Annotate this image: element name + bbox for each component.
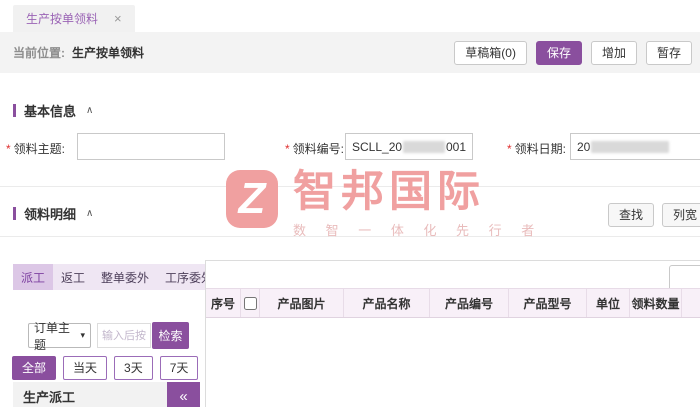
- draftbox-button[interactable]: 草稿箱(0): [454, 41, 527, 65]
- watermark-text: 智邦国际 数 智 一 体 化 先 行 者: [293, 170, 542, 239]
- tab-dispatch[interactable]: 派工: [13, 264, 53, 290]
- select-all-checkbox[interactable]: [244, 297, 257, 310]
- col-product-model: 产品型号: [509, 289, 587, 317]
- detail-title: 领料明细: [24, 204, 76, 223]
- date-input[interactable]: 20: [570, 133, 700, 160]
- section-accent-bar: [13, 207, 16, 220]
- breadcrumb-label: 当前位置:: [13, 44, 65, 61]
- required-mark: *: [507, 142, 512, 156]
- tab-bar: 生产按单领料 ×: [0, 0, 700, 32]
- required-mark: *: [6, 142, 11, 156]
- date-value-prefix: 20: [577, 140, 590, 154]
- breadcrumb-current: 生产按单领料: [72, 44, 144, 61]
- col-qty: 领料数量: [630, 289, 682, 317]
- tab-label: 生产按单领料: [26, 10, 98, 27]
- tab-production-requisition[interactable]: 生产按单领料 ×: [13, 5, 135, 32]
- filter-today-button[interactable]: 当天: [63, 356, 107, 380]
- breadcrumb-bar: 当前位置: 生产按单领料 草稿箱(0) 保存 增加 暂存: [0, 32, 700, 73]
- search-input[interactable]: [97, 323, 151, 348]
- tab-whole-outsource[interactable]: 整单委外: [93, 264, 157, 290]
- panel-footer: 生产派工 «: [13, 382, 200, 407]
- toolbar: 草稿箱(0) 保存 增加 暂存: [454, 41, 692, 65]
- col-product-image: 产品图片: [260, 289, 344, 317]
- section-divider: [0, 186, 700, 187]
- col-checkbox: [241, 289, 260, 317]
- search-field-select[interactable]: 订单主题 ▾: [28, 323, 91, 348]
- app-window: 生产按单领料 × 当前位置: 生产按单领料 草稿箱(0) 保存 增加 暂存 基本…: [0, 0, 700, 407]
- redacted-text: [591, 141, 669, 153]
- detail-header: 领料明细 ∧: [13, 204, 93, 223]
- filter-all-button[interactable]: 全部: [12, 356, 56, 380]
- number-label: *领料编号:: [285, 140, 344, 157]
- column-width-button[interactable]: 列宽: [662, 203, 700, 227]
- redacted-text: [403, 141, 445, 153]
- filter-7day-button[interactable]: 7天: [160, 356, 199, 380]
- section-accent-bar: [13, 104, 16, 117]
- brand-logo-icon: Z: [226, 170, 278, 228]
- find-button[interactable]: 查找: [608, 203, 654, 227]
- col-product-name: 产品名称: [344, 289, 430, 317]
- chevron-down-icon: ▾: [80, 330, 85, 341]
- chevron-up-icon[interactable]: ∧: [86, 105, 93, 116]
- col-seq: 序号: [206, 289, 241, 317]
- save-button[interactable]: 保存: [536, 41, 582, 65]
- tab-rework[interactable]: 返工: [53, 264, 93, 290]
- section-divider: [0, 236, 700, 237]
- detail-table: 序号 产品图片 产品名称 产品编号 产品型号 单位 领料数量: [205, 260, 700, 407]
- search-field-selected: 订单主题: [34, 319, 80, 353]
- hold-button[interactable]: 暂存: [646, 41, 692, 65]
- close-icon[interactable]: ×: [114, 11, 122, 26]
- number-value-prefix: SCLL_20: [352, 140, 402, 154]
- filter-3day-button[interactable]: 3天: [114, 356, 153, 380]
- number-input[interactable]: SCLL_20 001: [345, 133, 473, 160]
- subject-input[interactable]: [77, 133, 225, 160]
- subject-label: *领料主题:: [6, 140, 65, 157]
- number-value-suffix: 001: [446, 140, 466, 154]
- table-header-row: 序号 产品图片 产品名称 产品编号 产品型号 单位 领料数量: [206, 288, 700, 318]
- source-tabs: 派工 返工 整单委外 工序委外: [13, 264, 227, 290]
- collapse-panel-icon[interactable]: «: [167, 382, 200, 407]
- detail-actions: 查找 列宽: [608, 203, 700, 227]
- chevron-up-icon[interactable]: ∧: [86, 208, 93, 219]
- col-unit: 单位: [587, 289, 630, 317]
- watermark: Z 智邦国际 数 智 一 体 化 先 行 者: [226, 170, 542, 239]
- search-button[interactable]: 检索: [152, 322, 189, 349]
- col-product-code: 产品编号: [430, 289, 509, 317]
- panel-title: 生产派工: [23, 387, 75, 406]
- required-mark: *: [285, 142, 290, 156]
- brand-name: 智邦国际: [293, 170, 542, 215]
- add-button[interactable]: 增加: [591, 41, 637, 65]
- date-label: *领料日期:: [507, 140, 566, 157]
- col-extra: [682, 289, 700, 317]
- date-filters: 全部 当天 3天 7天: [12, 356, 198, 380]
- basic-info-header: 基本信息 ∧: [13, 101, 93, 120]
- basic-info-title: 基本信息: [24, 101, 76, 120]
